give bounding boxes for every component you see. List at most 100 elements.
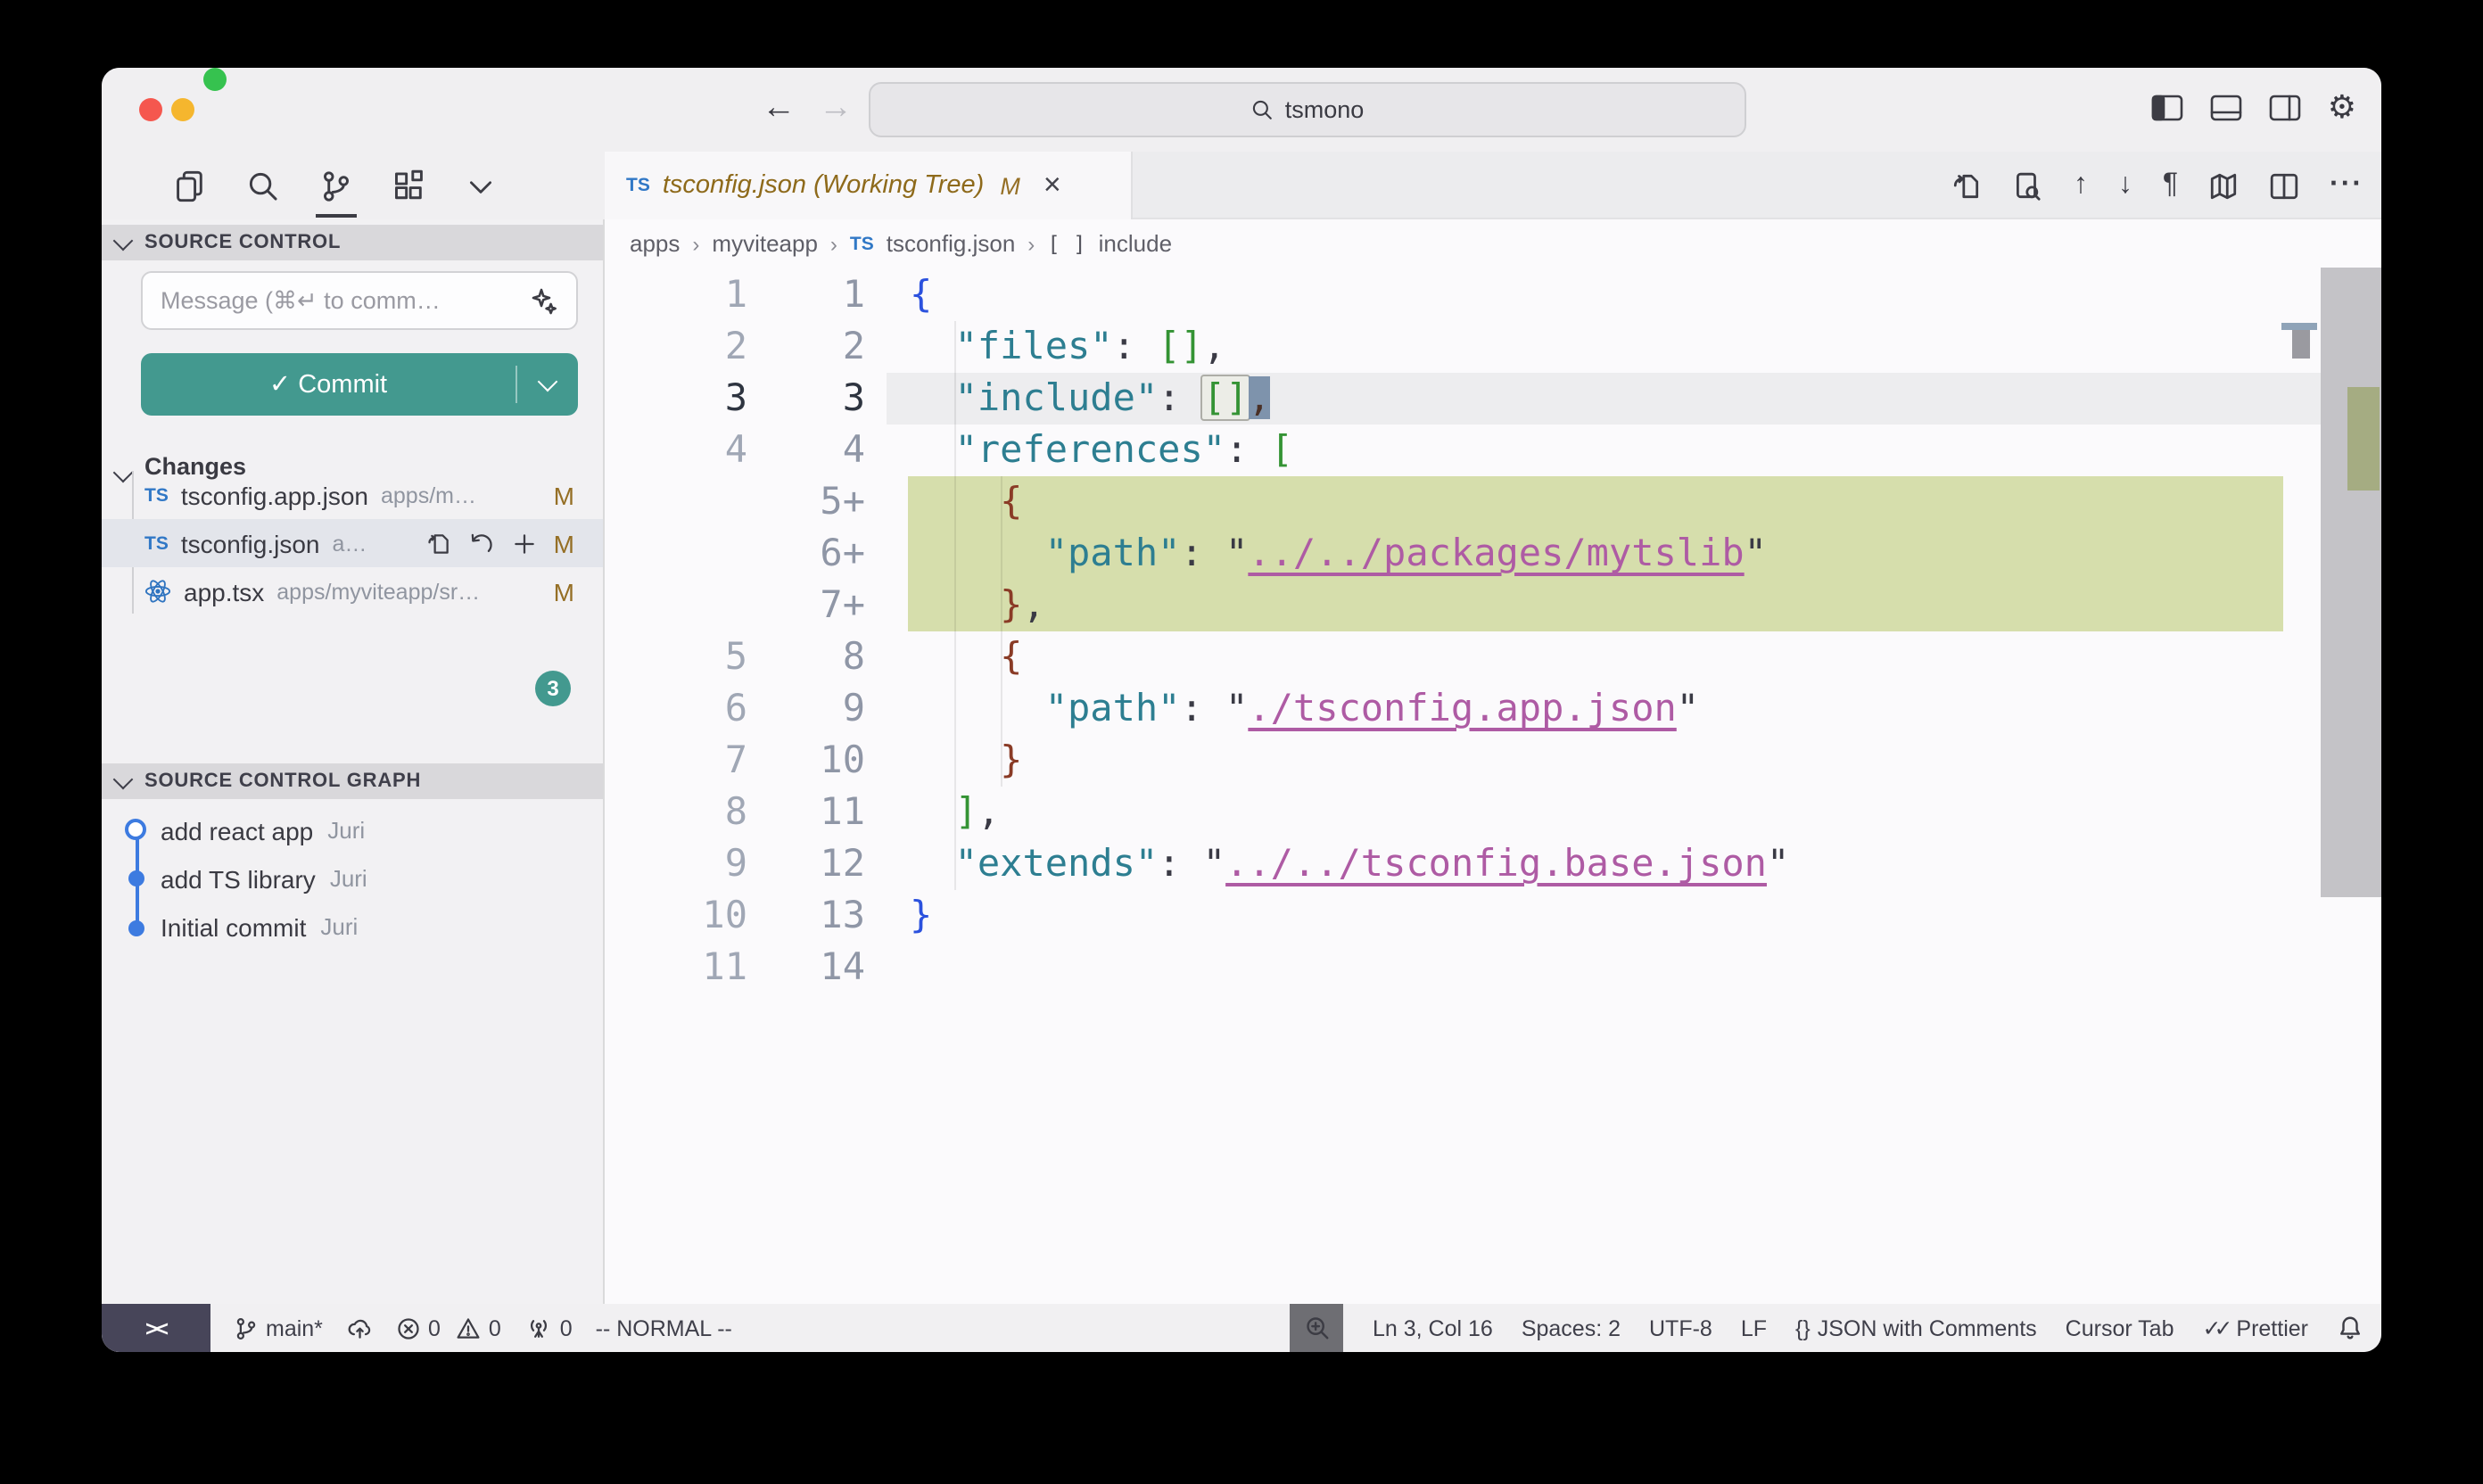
code-line: 1114: [605, 942, 2381, 993]
tab-close-icon[interactable]: ×: [1044, 173, 1061, 198]
commit-dropdown-button[interactable]: [516, 366, 578, 403]
chevron-down-icon: [538, 372, 558, 392]
changed-file-row[interactable]: app.tsx apps/myviteapp/sr… M: [102, 567, 603, 615]
source-control-section-header[interactable]: SOURCE CONTROL: [102, 225, 603, 260]
previous-change-icon[interactable]: ↑: [2074, 171, 2088, 200]
settings-gear-icon[interactable]: ⚙: [2328, 91, 2356, 123]
indentation-indicator[interactable]: Spaces: 2: [1522, 1315, 1621, 1340]
graph-commit-row[interactable]: add react app Juri ◎: [102, 806, 603, 854]
commit-button[interactable]: ✓ Commit: [141, 353, 578, 416]
notifications-bell-icon[interactable]: [2337, 1315, 2363, 1341]
language-mode-indicator[interactable]: {}JSON with Comments: [1795, 1315, 2037, 1340]
path-link[interactable]: ../../tsconfig.base.json: [1225, 842, 1767, 885]
typescript-file-icon: TS: [850, 233, 874, 254]
toggle-panel-icon[interactable]: [2210, 94, 2242, 120]
breadcrumb-item[interactable]: myviteapp: [712, 230, 818, 257]
desktop-background: ← → tsmono ⚙: [0, 0, 2483, 1484]
commit-message-input[interactable]: Message (⌘↵ to comm…: [141, 271, 578, 330]
error-count: 0: [428, 1315, 441, 1340]
render-whitespace-icon[interactable]: ¶: [2163, 171, 2178, 200]
code-line-current: 33 "include": [],: [605, 373, 2381, 425]
open-file-icon[interactable]: [427, 531, 452, 556]
more-views-chevron-icon[interactable]: [466, 152, 496, 219]
code-line: 58 {: [605, 631, 2381, 683]
code-line: 1013}: [605, 890, 2381, 942]
code-area[interactable]: 11{ 22 "files": [], 33 "include": [], 44…: [605, 269, 2381, 993]
sidebar-source-control: SOURCE CONTROL Message (⌘↵ to comm… ✓ Co…: [102, 219, 605, 1304]
navigate-back-button[interactable]: ←: [762, 82, 796, 136]
next-change-icon[interactable]: ↓: [2118, 171, 2132, 200]
file-name: app.tsx: [184, 577, 264, 606]
typescript-file-icon: TS: [144, 484, 169, 506]
remote-indicator[interactable]: ><: [102, 1304, 210, 1352]
more-actions-icon[interactable]: ···: [2330, 171, 2363, 200]
search-view-icon[interactable]: [246, 152, 280, 219]
cursor-position-indicator[interactable]: Ln 3, Col 16: [1373, 1315, 1493, 1340]
graph-commit-row[interactable]: add TS library Juri: [102, 854, 603, 903]
code-line: 22 "files": [],: [605, 321, 2381, 373]
changes-count-badge: 3: [535, 671, 571, 706]
minimize-window-button[interactable]: [171, 98, 194, 121]
explorer-icon[interactable]: [173, 152, 207, 219]
commit-message: add react app: [161, 816, 313, 845]
editor-scrollbar[interactable]: [2321, 268, 2381, 897]
split-editor-icon[interactable]: [2269, 170, 2299, 201]
changed-file-row-selected[interactable]: TS tsconfig.json a… M: [102, 519, 603, 567]
breadcrumb-item[interactable]: include: [1099, 230, 1172, 257]
array-symbol-icon: [ ]: [1047, 231, 1085, 256]
tab-bar: TS tsconfig.json (Working Tree) M × ↑ ↓ …: [605, 152, 2381, 219]
react-file-icon: [144, 578, 171, 605]
formatter-indicator[interactable]: ✓✓Prettier: [2203, 1315, 2309, 1341]
vim-mode-indicator[interactable]: -- NORMAL --: [596, 1315, 732, 1340]
screencast-zoom-indicator[interactable]: [1291, 1304, 1344, 1352]
cloud-upload-icon: [346, 1315, 373, 1340]
path-link[interactable]: ../../packages/mytslib: [1248, 532, 1744, 574]
discard-changes-icon[interactable]: [470, 531, 495, 556]
code-line-added: 7+ },: [605, 580, 2381, 631]
typescript-file-icon: TS: [626, 175, 650, 196]
code-line: 69 "path": "./tsconfig.app.json": [605, 683, 2381, 735]
file-path: apps/m…: [381, 482, 541, 507]
source-control-graph-section-header[interactable]: SOURCE CONTROL GRAPH: [102, 763, 603, 799]
breadcrumb-item[interactable]: tsconfig.json: [887, 230, 1016, 257]
source-control-view-icon[interactable]: [319, 152, 353, 219]
tab-title: tsconfig.json (Working Tree): [663, 171, 984, 200]
tab-tsconfig-json-working-tree[interactable]: TS tsconfig.json (Working Tree) M ×: [605, 152, 1133, 219]
problems-indicator[interactable]: 0 0: [396, 1315, 501, 1340]
copilot-sparkle-icon[interactable]: [530, 286, 558, 315]
ports-indicator[interactable]: 0: [524, 1315, 573, 1340]
search-icon: [1251, 98, 1274, 121]
navigate-forward-button[interactable]: →: [819, 82, 853, 136]
changed-file-row[interactable]: TS tsconfig.app.json apps/m… M: [102, 471, 603, 519]
source-control-title: SOURCE CONTROL: [144, 232, 341, 253]
map-icon[interactable]: [2208, 170, 2239, 201]
file-name: tsconfig.app.json: [181, 481, 368, 509]
overview-ruler-selection-mark: [2292, 330, 2310, 359]
breadcrumb-item[interactable]: apps: [630, 230, 680, 257]
branch-indicator[interactable]: main*: [234, 1315, 323, 1340]
zoom-window-button[interactable]: [203, 68, 227, 91]
command-center-search[interactable]: tsmono: [869, 82, 1746, 137]
vscode-window: ← → tsmono ⚙: [102, 68, 2381, 1352]
ports-count: 0: [560, 1315, 573, 1340]
toggle-sidebar-icon[interactable]: [2151, 94, 2183, 120]
graph-commit-row[interactable]: Initial commit Juri: [102, 903, 603, 951]
indent-guide: [954, 321, 956, 890]
git-status-modified: M: [554, 481, 574, 509]
eol-indicator[interactable]: LF: [1741, 1315, 1767, 1340]
indent-guide: [1001, 476, 1002, 787]
tab-completion-indicator[interactable]: Cursor Tab: [2066, 1315, 2174, 1340]
encoding-indicator[interactable]: UTF-8: [1649, 1315, 1712, 1340]
close-window-button[interactable]: [139, 98, 162, 121]
compare-file-icon[interactable]: [2013, 170, 2043, 201]
toggle-secondary-sidebar-icon[interactable]: [2269, 94, 2301, 120]
sync-changes-button[interactable]: [346, 1315, 373, 1340]
stage-changes-icon[interactable]: [513, 531, 538, 556]
open-changes-icon[interactable]: [1952, 170, 1983, 201]
path-link[interactable]: ./tsconfig.app.json: [1248, 687, 1676, 730]
extensions-icon[interactable]: [392, 152, 426, 219]
branch-name: main*: [266, 1315, 323, 1340]
collapse-chevron-icon: [113, 770, 134, 790]
file-path: apps/myviteapp/sr…: [276, 579, 540, 604]
breadcrumb[interactable]: apps › myviteapp › TS tsconfig.json › [ …: [630, 219, 1172, 268]
